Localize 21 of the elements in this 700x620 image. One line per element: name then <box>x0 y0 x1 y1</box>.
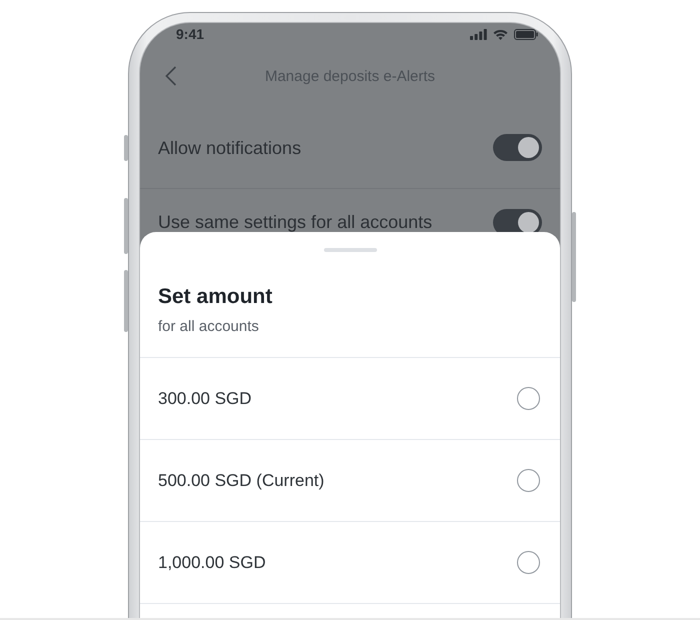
toggle-switch[interactable] <box>493 134 542 161</box>
side-key <box>124 270 128 332</box>
toggle-switch[interactable] <box>493 208 542 232</box>
amount-option[interactable]: 1,000.00 SGD <box>158 552 266 573</box>
radio-button[interactable] <box>517 387 540 410</box>
radio-button[interactable] <box>517 469 540 492</box>
radio-button[interactable] <box>517 551 540 574</box>
amount-option[interactable]: 500.00 SGD (Current) <box>158 470 324 491</box>
drag-handle[interactable] <box>324 248 376 252</box>
battery-icon <box>514 28 538 40</box>
setting-label: Allow notifications <box>158 136 302 158</box>
side-key <box>124 198 128 254</box>
signal-icon <box>470 28 487 40</box>
wifi-icon <box>493 28 508 40</box>
sheet-title: Set amount <box>158 284 272 310</box>
status-time: 9:41 <box>176 26 204 42</box>
back-chevron-icon[interactable] <box>165 66 177 86</box>
setting-label: Use same settings for all accounts <box>158 211 432 232</box>
amount-option[interactable]: 300.00 SGD <box>158 388 252 409</box>
sheet-subtitle: for all accounts <box>158 317 259 337</box>
side-key <box>124 135 128 161</box>
